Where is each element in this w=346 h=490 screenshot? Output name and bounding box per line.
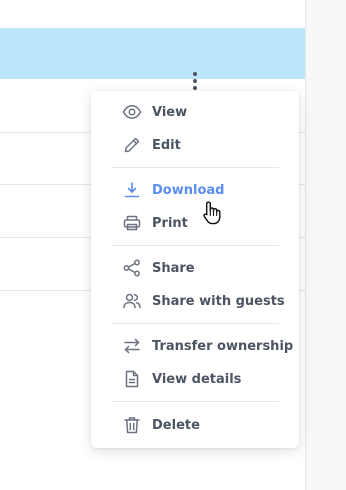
menu-item-view[interactable]: View: [91, 97, 299, 127]
menu-divider: [111, 323, 279, 324]
menu-item-label: Transfer ownership: [152, 338, 294, 354]
menu-item-label: Share with guests: [152, 293, 285, 309]
hand-pointer-cursor-icon: [201, 200, 225, 226]
menu-item-label: Edit: [152, 137, 181, 153]
printer-icon: [122, 213, 142, 233]
menu-item-transfer-ownership[interactable]: Transfer ownership: [91, 331, 299, 361]
users-icon: [122, 291, 142, 311]
menu-item-label: Print: [152, 215, 188, 231]
menu-item-download[interactable]: Download: [91, 175, 299, 205]
menu-divider: [111, 245, 279, 246]
share-icon: [122, 258, 142, 278]
document-icon: [122, 369, 142, 389]
right-gutter: [305, 0, 346, 490]
menu-item-share[interactable]: Share: [91, 253, 299, 283]
trash-icon: [122, 415, 142, 435]
menu-item-label: Share: [152, 260, 195, 276]
menu-item-share-with-guests[interactable]: Share with guests: [91, 286, 299, 316]
menu-divider: [111, 401, 279, 402]
pencil-icon: [122, 135, 142, 155]
menu-item-print[interactable]: Print: [91, 208, 299, 238]
menu-item-label: View details: [152, 371, 242, 387]
menu-item-label: Delete: [152, 417, 200, 433]
menu-item-edit[interactable]: Edit: [91, 130, 299, 160]
menu-item-label: Download: [152, 182, 225, 198]
eye-icon: [122, 102, 142, 122]
menu-divider: [111, 167, 279, 168]
context-menu: View Edit Download Print Share Share wit…: [91, 91, 299, 448]
download-icon: [122, 180, 142, 200]
menu-item-label: View: [152, 104, 188, 120]
menu-item-view-details[interactable]: View details: [91, 364, 299, 394]
menu-item-delete[interactable]: Delete: [91, 410, 299, 440]
selected-file-row[interactable]: [0, 28, 305, 90]
transfer-icon: [122, 336, 142, 356]
